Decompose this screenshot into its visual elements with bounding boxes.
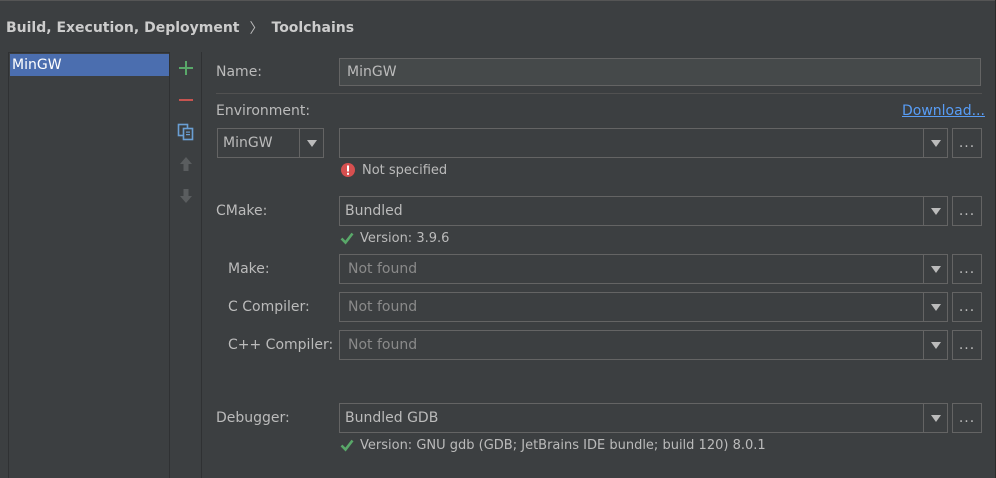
chevron-down-icon <box>923 129 947 157</box>
environment-label: Environment: <box>216 103 311 119</box>
error-icon <box>340 162 356 178</box>
breadcrumb-separator: 〉 <box>249 21 264 37</box>
debugger-value: Bundled GDB <box>345 410 439 426</box>
chevron-down-icon <box>923 404 947 432</box>
toolchain-toolbar <box>170 52 202 478</box>
cmake-select[interactable]: Bundled <box>339 196 948 226</box>
c-compiler-select[interactable]: Not found <box>339 292 948 322</box>
copy-toolchain-button[interactable] <box>170 119 202 145</box>
checkmark-icon <box>340 438 354 452</box>
move-up-icon <box>180 157 192 171</box>
chevron-down-icon <box>923 255 947 283</box>
make-value: Not found <box>348 261 418 277</box>
top-border <box>0 0 996 1</box>
make-label: Make: <box>228 261 270 277</box>
c-compiler-value: Not found <box>348 299 418 315</box>
cmake-status-text: Version: 3.9.6 <box>360 230 450 246</box>
name-input[interactable]: MinGW <box>339 58 981 86</box>
cmake-browse-button[interactable]: ... <box>952 196 982 226</box>
debugger-select[interactable]: Bundled GDB <box>339 403 948 433</box>
move-up-button[interactable] <box>170 151 202 177</box>
download-link[interactable]: Download... <box>902 101 985 121</box>
chevron-down-icon <box>923 197 947 225</box>
debugger-browse-button[interactable]: ... <box>952 403 982 433</box>
environment-status: Not specified <box>340 161 447 179</box>
move-down-button[interactable] <box>170 183 202 209</box>
environment-type-value: MinGW <box>223 135 273 151</box>
chevron-down-icon <box>923 331 947 359</box>
cmake-value: Bundled <box>345 203 403 219</box>
debugger-status-text: Version: GNU gdb (GDB; JetBrains IDE bun… <box>360 437 766 453</box>
environment-type-select[interactable]: MinGW <box>217 128 324 158</box>
checkmark-icon <box>340 231 354 245</box>
chevron-down-icon <box>299 129 323 157</box>
copy-icon <box>177 123 194 141</box>
make-browse-button[interactable]: ... <box>952 254 982 284</box>
separator <box>216 93 982 94</box>
name-label: Name: <box>216 64 263 80</box>
add-toolchain-button[interactable] <box>170 55 202 81</box>
toolchain-list-item-mingw[interactable]: MinGW <box>10 54 169 76</box>
make-select[interactable]: Not found <box>339 254 948 284</box>
breadcrumb-current: Toolchains <box>271 20 355 36</box>
cpp-compiler-browse-button[interactable]: ... <box>952 330 982 360</box>
environment-path-select[interactable] <box>339 128 948 158</box>
toolchain-list[interactable]: MinGW <box>8 52 170 478</box>
cpp-compiler-select[interactable]: Not found <box>339 330 948 360</box>
move-down-icon <box>180 189 192 203</box>
c-compiler-browse-button[interactable]: ... <box>952 292 982 322</box>
c-compiler-label: C Compiler: <box>228 299 310 315</box>
add-icon <box>179 61 193 75</box>
debugger-status: Version: GNU gdb (GDB; JetBrains IDE bun… <box>340 436 766 454</box>
cmake-label: CMake: <box>216 203 268 219</box>
debugger-label: Debugger: <box>216 410 290 426</box>
cpp-compiler-label: C++ Compiler: <box>228 337 334 353</box>
environment-status-text: Not specified <box>362 162 448 178</box>
chevron-down-icon <box>923 293 947 321</box>
cmake-status: Version: 3.9.6 <box>340 229 449 247</box>
remove-toolchain-button[interactable] <box>170 87 202 113</box>
cpp-compiler-value: Not found <box>348 337 418 353</box>
remove-icon <box>179 99 193 101</box>
environment-browse-button[interactable]: ... <box>952 128 982 158</box>
breadcrumb-parent[interactable]: Build, Execution, Deployment <box>6 20 240 36</box>
breadcrumb: Build, Execution, Deployment 〉 Toolchain… <box>6 19 354 37</box>
